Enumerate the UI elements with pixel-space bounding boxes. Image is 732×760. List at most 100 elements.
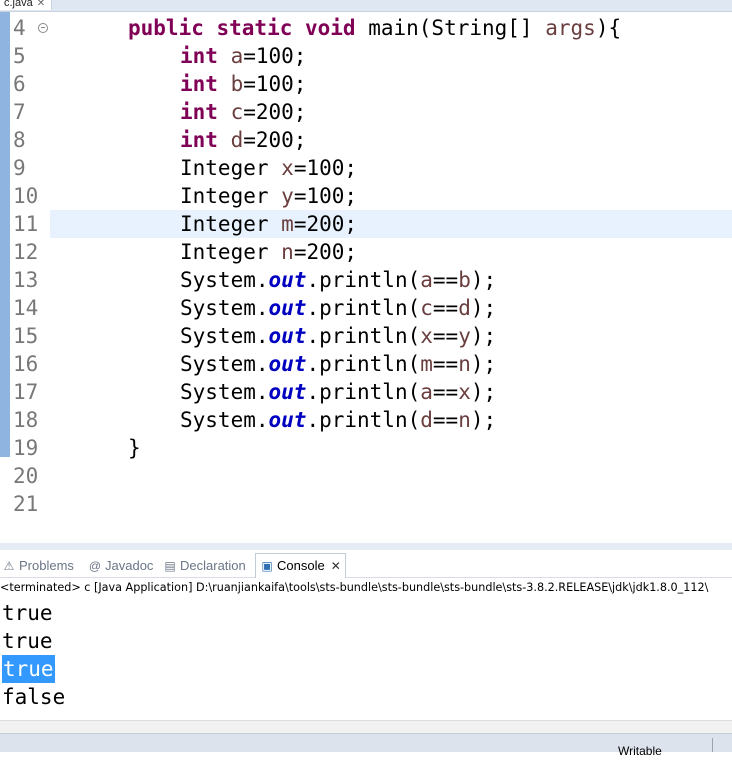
code-line[interactable]: 5 int a=100; (0, 42, 732, 70)
code-token: ); (470, 268, 497, 292)
declaration-icon: ▤ (164, 559, 176, 573)
line-number: 9 (13, 156, 26, 180)
code-line[interactable]: 19} (0, 434, 732, 462)
line-number: 16 (13, 352, 39, 376)
variable-token: c (420, 296, 433, 320)
code-token: Integer (180, 240, 282, 264)
code-token: =100; (293, 156, 358, 180)
keyword-token: int (180, 72, 231, 96)
variable-token: m (281, 212, 294, 236)
code-line[interactable]: 14 System.out.println(c==d); (0, 294, 732, 322)
code-line[interactable]: 10 Integer y=100; (0, 182, 732, 210)
code-token: =100; (243, 72, 307, 96)
bottom-view-tabs: ⚠ Problems @ Javadoc ▤ Declaration ▣ Console… (0, 552, 732, 578)
code-token: ); (470, 296, 497, 320)
code-line[interactable]: 15 System.out.println(x==y); (0, 322, 732, 350)
code-line[interactable]: 4 − public static void main(String[] args)… (0, 14, 732, 42)
editor-tab-strip: c.java ✕ (0, 0, 732, 12)
code-line[interactable]: 20 (0, 462, 732, 490)
javadoc-icon: @ (88, 559, 102, 573)
variable-token: b (458, 268, 471, 292)
code-text: System.out.println(a==x); (180, 378, 496, 406)
panel-divider[interactable] (0, 543, 732, 550)
code-line[interactable]: 17 System.out.println(a==x); (0, 378, 732, 406)
code-line[interactable]: 18 System.out.println(d==n); (0, 406, 732, 434)
keyword-token: int (180, 100, 231, 124)
code-token: } (128, 436, 141, 460)
console-output-line: true (2, 655, 55, 683)
code-token: System. (180, 268, 269, 292)
fold-collapse-icon[interactable]: − (38, 23, 48, 33)
keyword-token: int (180, 44, 231, 68)
static-field-token: out (268, 380, 307, 404)
tab-declaration-label: Declaration (180, 558, 246, 573)
code-token: .println( (306, 296, 421, 320)
editor-tab-c-java[interactable]: c.java ✕ (0, 0, 53, 10)
tab-console[interactable]: ▣ Console ✕ (255, 553, 346, 578)
variable-token: a (420, 380, 433, 404)
console-output[interactable]: true true true false (0, 598, 732, 720)
variable-token: x (281, 156, 294, 180)
variable-token: a (420, 268, 433, 292)
line-number: 19 (13, 436, 39, 460)
code-token: =200; (293, 240, 358, 264)
code-text: int a=100; (180, 42, 306, 70)
code-token: Integer (180, 156, 282, 180)
code-token: == (432, 268, 459, 292)
tab-javadoc[interactable]: @ Javadoc (88, 556, 154, 576)
code-line[interactable]: 6 int b=100; (0, 70, 732, 98)
code-line[interactable]: 7 int c=200; (0, 98, 732, 126)
variable-token: d (458, 296, 471, 320)
variable-token: a (230, 44, 244, 68)
code-token: .println( (306, 324, 421, 348)
code-token: =200; (293, 212, 358, 236)
code-text: System.out.println(a==b); (180, 266, 496, 294)
code-text: System.out.println(d==n); (180, 406, 496, 434)
console-horizontal-scrollbar[interactable] (0, 720, 732, 733)
tab-problems-label: Problems (19, 558, 74, 573)
code-token: == (432, 380, 459, 404)
line-number: 17 (13, 380, 39, 404)
variable-token: n (458, 408, 471, 432)
tab-declaration[interactable]: ▤ Declaration (163, 556, 246, 576)
code-text: int d=200; (180, 126, 306, 154)
code-text: System.out.println(m==n); (180, 350, 496, 378)
close-icon[interactable]: ✕ (37, 0, 45, 9)
console-launch-description: <terminated> c [Java Application] D:\rua… (0, 581, 709, 594)
code-token: ); (470, 352, 497, 376)
variable-token: n (281, 240, 294, 264)
code-text: } (128, 434, 141, 462)
code-text: System.out.println(c==d); (180, 294, 496, 322)
code-text: public static void main(String[] args){ (128, 14, 621, 42)
code-text: Integer y=100; (180, 182, 357, 210)
variable-token: x (458, 380, 471, 404)
console-output-line: true (2, 601, 53, 625)
code-token: main(String[] (368, 16, 546, 40)
code-editor[interactable]: 4 − public static void main(String[] args)… (0, 12, 732, 530)
variable-token: y (281, 184, 294, 208)
code-line[interactable]: 8 int d=200; (0, 126, 732, 154)
status-bar: Writable (0, 733, 732, 758)
code-text: Integer x=100; (180, 154, 357, 182)
code-line[interactable]: 12 Integer n=200; (0, 238, 732, 266)
variable-token: c (230, 100, 244, 124)
line-number: 21 (13, 492, 39, 516)
line-number: 12 (13, 240, 39, 264)
code-token: ){ (595, 16, 622, 40)
code-line[interactable]: 9 Integer x=100; (0, 154, 732, 182)
tab-console-label: Console (277, 558, 325, 573)
tab-problems[interactable]: ⚠ Problems (2, 556, 74, 576)
code-token: System. (180, 296, 269, 320)
code-text: System.out.println(x==y); (180, 322, 496, 350)
line-number: 10 (13, 184, 39, 208)
code-line[interactable]: 11 Integer m=200; (13, 210, 732, 238)
variable-token: d (230, 128, 244, 152)
code-line[interactable]: 21 (0, 490, 732, 518)
code-line[interactable]: 16 System.out.println(m==n); (0, 350, 732, 378)
close-icon[interactable]: ✕ (331, 559, 341, 573)
code-token: System. (180, 380, 269, 404)
code-line[interactable]: 13 System.out.println(a==b); (0, 266, 732, 294)
code-token: .println( (306, 408, 421, 432)
code-token: =100; (243, 44, 307, 68)
console-output-line: true (2, 629, 53, 653)
